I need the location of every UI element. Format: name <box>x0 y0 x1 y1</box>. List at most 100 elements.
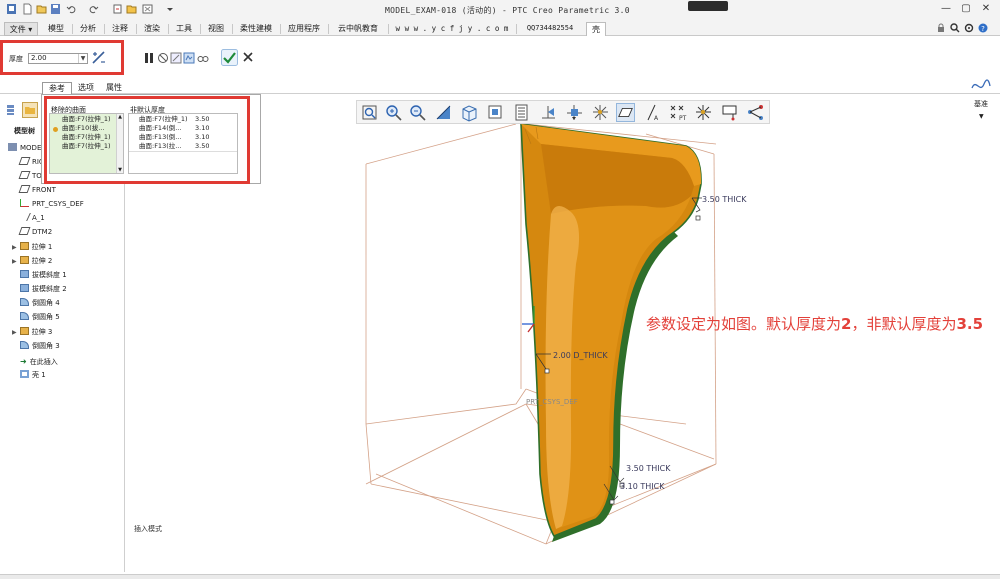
status-indicator <box>688 1 728 11</box>
tree-item-extrude-2[interactable]: ▶ 拉伸 2 <box>12 256 52 267</box>
pause-icon[interactable] <box>143 52 155 64</box>
regenerate-icon[interactable] <box>112 3 123 15</box>
zoom-out-icon[interactable] <box>408 103 427 122</box>
verify-mode-icon[interactable] <box>183 52 195 64</box>
tab-render[interactable]: 渲染 <box>138 22 166 36</box>
tree-item-dtm2[interactable]: DTM2 <box>18 227 52 238</box>
tree-item-axis[interactable]: A_1 <box>18 213 45 224</box>
status-message: 插入模式 <box>134 525 162 533</box>
datum-icon[interactable] <box>970 76 992 94</box>
tab-shell[interactable]: 壳 <box>586 22 606 36</box>
zoom-in-icon[interactable] <box>384 103 403 122</box>
redo-icon[interactable] <box>88 3 99 15</box>
view-manager-icon[interactable] <box>486 103 505 122</box>
shell-dashboard: 厚度 2.00 ▼ 基准 ▼ <box>0 36 1000 120</box>
tree-layers-icon[interactable] <box>6 104 15 116</box>
tree-item-round-3[interactable]: 倒圆角 3 <box>20 341 60 352</box>
tab-separator <box>168 24 169 34</box>
open-file-icon[interactable] <box>36 3 47 15</box>
spin-center-display-icon[interactable] <box>746 103 765 122</box>
thickness-dim-bottom-1[interactable]: 3.50 THICK <box>626 464 670 473</box>
app-menu-icon[interactable] <box>6 3 17 15</box>
tab-analysis[interactable]: 分析 <box>74 22 102 36</box>
confirm-icon[interactable] <box>221 49 238 66</box>
undo-icon[interactable] <box>66 3 77 15</box>
tab-model[interactable]: 模型 <box>42 22 70 36</box>
draft-icon <box>20 284 29 292</box>
thickness-dim-bottom-2[interactable]: 3.10 THICK <box>620 482 664 491</box>
repaint-icon[interactable] <box>434 103 453 122</box>
help-icon[interactable]: ? <box>978 23 988 33</box>
tab-flexible-modeling[interactable]: 柔性建模 <box>234 22 278 36</box>
extrude-icon <box>19 327 29 335</box>
part-icon <box>8 143 17 151</box>
tab-website[interactable]: w w w . y c f j y . c o m <box>392 22 512 36</box>
datum-label[interactable]: 基准 <box>974 99 988 109</box>
tab-edu[interactable]: 云中帆教育 <box>330 22 386 36</box>
datum-plane-icon <box>18 227 31 235</box>
tab-separator <box>72 24 73 34</box>
annotation-display-icon[interactable] <box>591 103 610 122</box>
tab-annotate[interactable]: 注释 <box>106 22 134 36</box>
svg-text:PT: PT <box>679 115 687 122</box>
chevron-down-icon[interactable]: ▼ <box>979 113 984 120</box>
tree-item-draft-1[interactable]: 拔模斜度 1 <box>20 270 67 281</box>
plane-display-icon[interactable] <box>616 103 635 122</box>
insert-arrow-icon: ➜ <box>20 357 27 366</box>
window-icon[interactable] <box>126 3 137 15</box>
tab-view[interactable]: 视图 <box>202 22 230 36</box>
tree-item-csys[interactable]: PRT_CSYS_DEF <box>20 199 84 210</box>
model-tree-tab[interactable]: 模型树 <box>14 126 35 136</box>
tree-item-draft-2[interactable]: 拔模斜度 2 <box>20 284 67 295</box>
folder-browser-icon[interactable] <box>22 102 38 118</box>
window-title: MODEL_EXAM-018 (活动的) - PTC Creo Parametr… <box>385 6 630 15</box>
no-preview-icon[interactable] <box>157 52 169 64</box>
tree-item-round-4[interactable]: 倒圆角 4 <box>20 298 60 309</box>
tree-item-shell-1[interactable]: 壳 1 <box>20 370 46 381</box>
tree-item-front[interactable]: FRONT <box>18 185 56 196</box>
spin-center-icon[interactable] <box>565 103 584 122</box>
close-window-icon[interactable] <box>142 3 153 15</box>
expand-arrow-icon[interactable]: ▶ <box>12 329 17 336</box>
tree-item-extrude-1[interactable]: ▶ 拉伸 1 <box>12 242 52 253</box>
expand-arrow-icon[interactable]: ▶ <box>12 244 17 251</box>
tree-item-insert-here[interactable]: ➜ 在此插入 <box>20 356 58 367</box>
separate-preview-icon[interactable] <box>170 52 182 64</box>
point-display-icon[interactable]: PT <box>668 103 687 122</box>
search-icon[interactable] <box>950 23 960 33</box>
save-icon[interactable] <box>50 3 61 15</box>
cancel-icon[interactable] <box>242 51 254 63</box>
display-style-icon[interactable] <box>513 103 532 122</box>
lock-icon[interactable] <box>936 23 946 33</box>
quick-access-menu-icon[interactable] <box>164 3 175 15</box>
datum-plane-icon <box>18 171 31 179</box>
expand-arrow-icon[interactable]: ▶ <box>12 258 17 265</box>
new-file-icon[interactable] <box>22 3 33 15</box>
saved-orientations-icon[interactable] <box>460 103 479 122</box>
tab-file[interactable]: 文件 ▾ <box>4 22 38 36</box>
tab-tools[interactable]: 工具 <box>170 22 198 36</box>
annotation-toggle-icon[interactable] <box>720 103 739 122</box>
tab-separator <box>388 24 389 34</box>
graphics-window[interactable] <box>126 124 1000 574</box>
tree-item-extrude-3[interactable]: ▶ 拉伸 3 <box>12 327 52 338</box>
csys-display-icon[interactable] <box>694 103 713 122</box>
svg-text:A: A <box>654 115 659 122</box>
tab-separator <box>200 24 201 34</box>
tree-toolbar <box>0 100 40 122</box>
minimize-button[interactable]: — <box>938 2 954 16</box>
axis-display-icon[interactable]: A <box>642 103 661 122</box>
perspective-icon[interactable] <box>539 103 558 122</box>
maximize-button[interactable]: ▢ <box>958 2 974 16</box>
glasses-icon[interactable] <box>197 52 209 64</box>
extrude-icon <box>19 256 29 264</box>
svg-text:?: ? <box>981 25 985 33</box>
thickness-dim-left[interactable]: 2.00 D_THICK <box>553 351 608 360</box>
tree-item-round-5[interactable]: 倒圆角 5 <box>20 312 60 323</box>
tab-qq[interactable]: QQ734482554 <box>520 22 580 36</box>
thickness-dim-top-right[interactable]: 3.50 THICK <box>702 195 746 204</box>
refit-icon[interactable] <box>360 103 379 122</box>
settings-icon[interactable] <box>964 23 974 33</box>
tab-applications[interactable]: 应用程序 <box>282 22 326 36</box>
close-button[interactable]: ✕ <box>978 2 994 16</box>
